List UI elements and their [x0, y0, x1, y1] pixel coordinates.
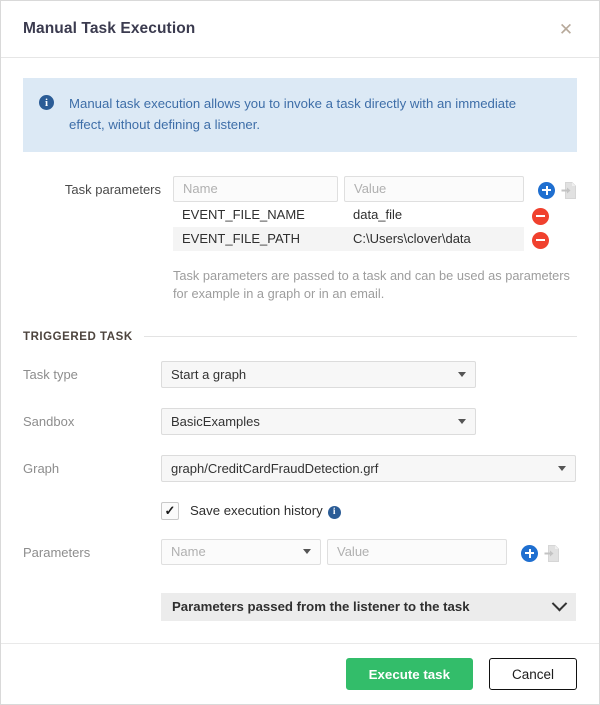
- task-parameter-name-input[interactable]: [173, 175, 338, 202]
- parameters-new-row: Name: [161, 538, 577, 565]
- dialog-title: Manual Task Execution: [23, 20, 196, 37]
- add-circle-icon[interactable]: [521, 544, 538, 562]
- parameters-actions: [513, 539, 560, 565]
- graph-select[interactable]: graph/CreditCardFraudDetection.grf: [161, 454, 576, 482]
- task-type-value: Start a graph: [171, 366, 247, 382]
- remove-circle-icon[interactable]: [532, 207, 549, 225]
- sandbox-row: Sandbox BasicExamples: [23, 407, 577, 435]
- caret-down-icon: [303, 549, 311, 555]
- parameters-field: Name Parameters: [161, 538, 577, 621]
- execute-task-button[interactable]: Execute task: [345, 658, 473, 690]
- task-parameters-table-body: EVENT_FILE_NAME data_file EVENT_FILE_PAT…: [173, 203, 524, 251]
- info-icon[interactable]: i: [327, 505, 341, 519]
- remove-circle-icon[interactable]: [532, 231, 549, 249]
- dialog-footer: Execute task Cancel: [1, 643, 599, 704]
- caret-down-icon: [458, 418, 466, 424]
- graph-field: graph/CreditCardFraudDetection.grf: [161, 454, 577, 482]
- task-type-field: Start a graph: [161, 360, 577, 388]
- task-type-row: Task type Start a graph: [23, 360, 577, 388]
- save-history-label: Save execution history: [190, 503, 323, 519]
- table-row[interactable]: EVENT_FILE_NAME data_file: [173, 203, 524, 227]
- info-banner: i Manual task execution allows you to in…: [23, 78, 577, 152]
- save-history-control: ✓ Save execution history i: [161, 501, 577, 520]
- sandbox-label: Sandbox: [23, 413, 75, 429]
- table-row[interactable]: EVENT_FILE_PATH C:\Users\clover\data: [173, 226, 524, 251]
- info-icon: i: [39, 95, 54, 110]
- chevron-down-icon: [551, 596, 568, 612]
- task-parameter-value-input[interactable]: [344, 175, 524, 202]
- sandbox-field: BasicExamples: [161, 407, 577, 435]
- table-cell-value: data_file: [353, 207, 403, 223]
- cancel-button[interactable]: Cancel: [488, 658, 577, 690]
- save-history-checkbox[interactable]: ✓: [161, 501, 179, 520]
- caret-down-icon: [458, 371, 466, 377]
- dialog-body: i Manual task execution allows you to in…: [1, 58, 599, 643]
- save-history-label-wrap: Save execution history i: [190, 503, 341, 519]
- task-parameter-actions: [530, 176, 577, 202]
- sandbox-value: BasicExamples: [171, 413, 260, 429]
- graph-value: graph/CreditCardFraudDetection.grf: [171, 460, 379, 476]
- table-cell-name: EVENT_FILE_PATH: [182, 231, 300, 247]
- graph-row: Graph graph/CreditCardFraudDetection.grf: [23, 454, 577, 482]
- section-divider: [143, 336, 577, 338]
- parameters-label: Parameters: [23, 544, 91, 560]
- section-title: TRIGGERED TASK: [23, 330, 133, 343]
- parameter-name-select[interactable]: Name: [161, 538, 321, 565]
- parameters-row: Parameters Name Value Parameters passed …: [23, 538, 577, 621]
- task-parameters-label: Task parameters: [64, 181, 161, 197]
- table-cell-name: EVENT_FILE_NAME: [182, 207, 305, 223]
- close-icon[interactable]: ✕: [553, 16, 579, 42]
- graph-label: Graph: [23, 460, 60, 476]
- listener-parameters-label: Parameters passed from the listener to t…: [172, 599, 470, 615]
- table-cell-value: C:\Users\clover\data: [353, 231, 471, 247]
- save-history-row: ✓ Save execution history i: [23, 501, 577, 539]
- checkmark-icon: ✓: [164, 503, 176, 519]
- task-parameters-section: Task parameters Name Value EVENT_FILE_NA…: [23, 175, 577, 304]
- listener-parameters-collapsible[interactable]: Parameters passed from the listener to t…: [161, 592, 576, 621]
- parameter-name-placeholder: Name: [171, 544, 206, 560]
- import-file-icon[interactable]: [544, 544, 560, 562]
- task-parameters-fields: EVENT_FILE_NAME data_file EVENT_FILE_PAT…: [173, 175, 577, 304]
- task-type-select[interactable]: Start a graph: [161, 360, 476, 388]
- caret-down-icon: [558, 465, 566, 471]
- add-circle-icon[interactable]: [538, 181, 555, 199]
- parameter-value-input[interactable]: [327, 538, 507, 565]
- task-type-label: Task type: [23, 366, 78, 382]
- triggered-task-section-header: TRIGGERED TASK: [23, 331, 577, 343]
- save-history-spacer: [23, 502, 161, 508]
- task-parameters-new-row: [173, 175, 577, 202]
- manual-task-execution-dialog: Manual Task Execution ✕ i Manual task ex…: [0, 0, 600, 705]
- import-file-icon[interactable]: [561, 181, 577, 199]
- info-banner-text: Manual task execution allows you to invo…: [69, 96, 517, 133]
- save-history-field: ✓ Save execution history i: [161, 501, 577, 539]
- dialog-header: Manual Task Execution ✕: [1, 1, 599, 58]
- task-parameters-helper-text: Task parameters are passed to a task and…: [173, 267, 570, 302]
- sandbox-select[interactable]: BasicExamples: [161, 407, 476, 435]
- task-parameters-rows-wrap: EVENT_FILE_NAME data_file EVENT_FILE_PAT…: [173, 203, 577, 251]
- task-parameter-remove-buttons: [532, 204, 549, 256]
- task-parameters-table: EVENT_FILE_NAME data_file EVENT_FILE_PAT…: [173, 203, 524, 251]
